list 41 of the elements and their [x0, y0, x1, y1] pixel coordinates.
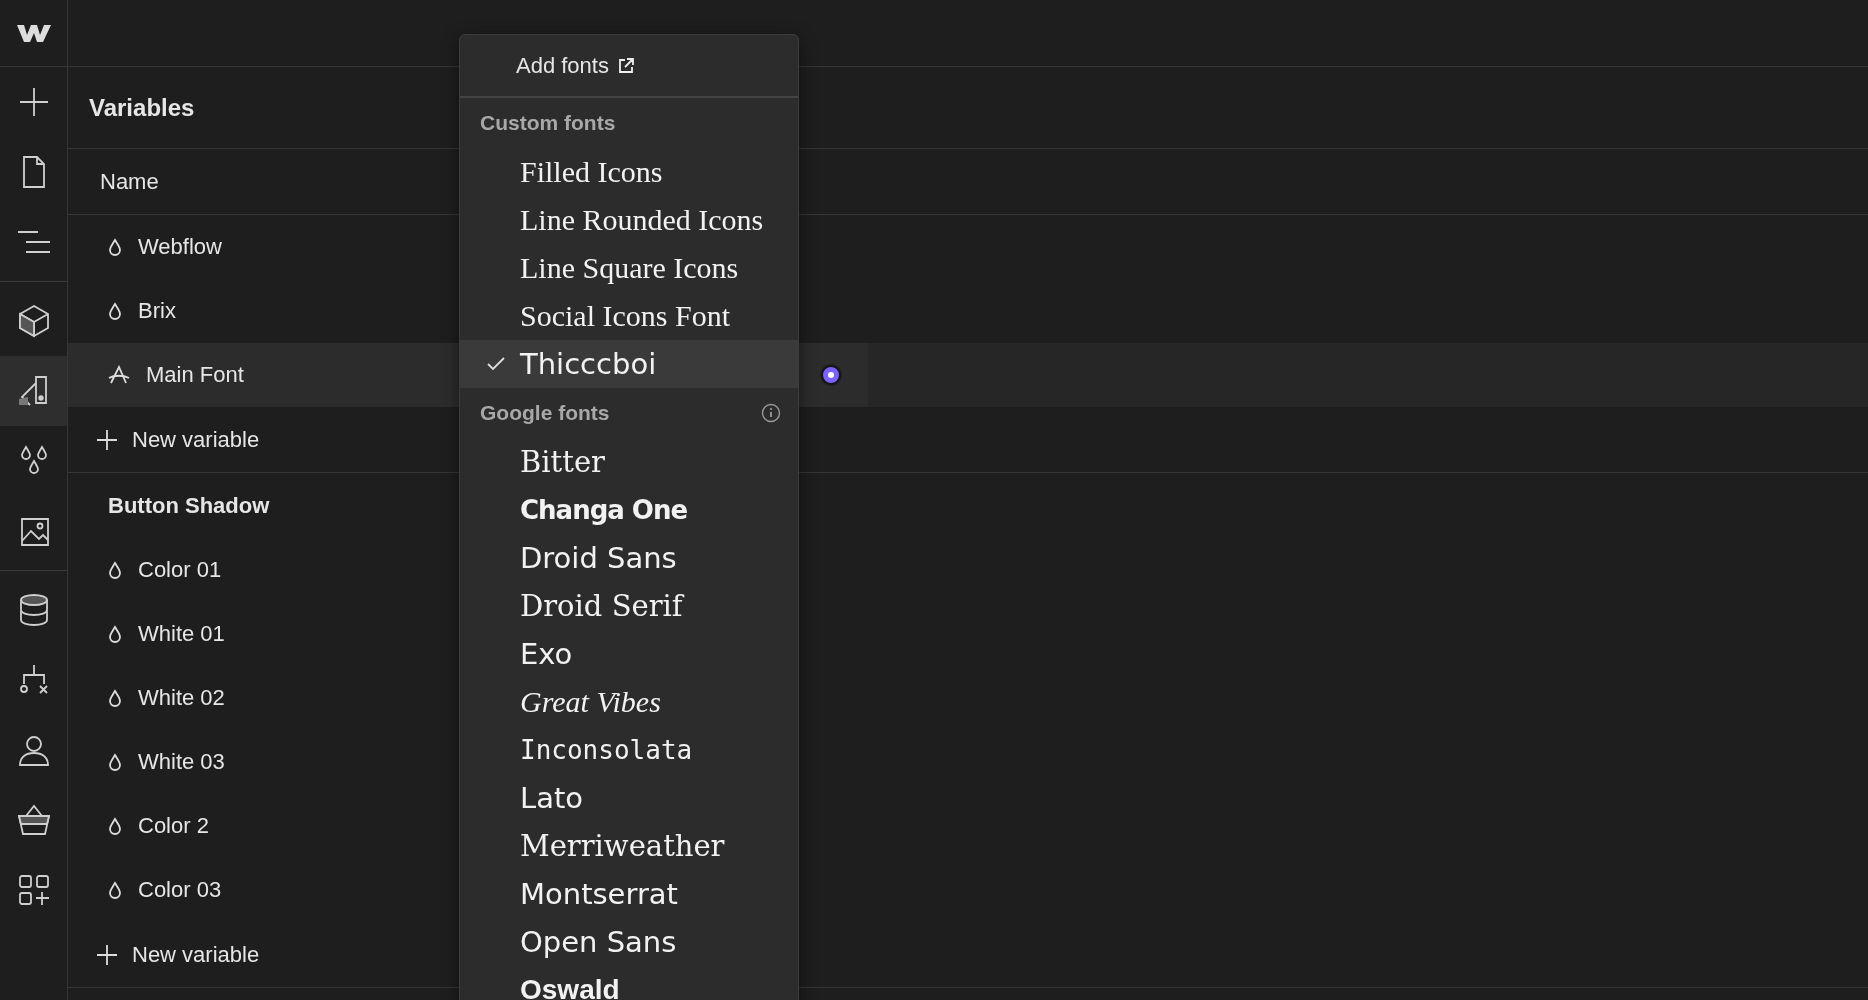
- font-option[interactable]: Droid Sans: [460, 534, 798, 582]
- variable-row[interactable]: Color 2: [68, 794, 388, 858]
- section-heading: Custom fonts: [480, 111, 616, 135]
- drop-icon: [108, 561, 122, 579]
- font-option[interactable]: Inconsolata: [460, 726, 798, 774]
- drop-icon: [108, 625, 122, 643]
- font-option[interactable]: Filled Icons: [460, 148, 798, 196]
- drop-icon: [108, 689, 122, 707]
- style-tool[interactable]: [0, 356, 67, 426]
- variable-row[interactable]: Webflow: [68, 215, 388, 279]
- drop-icon: [108, 753, 122, 771]
- font-option[interactable]: Exo: [460, 630, 798, 678]
- plus-icon: [96, 943, 118, 966]
- font-option[interactable]: Droid Serif: [460, 582, 798, 630]
- variable-row[interactable]: Brix: [68, 279, 388, 343]
- variable-row[interactable]: White 03: [68, 730, 388, 794]
- drop-icon: [108, 238, 122, 256]
- font-icon: [108, 365, 130, 385]
- font-option[interactable]: Merriweather: [460, 822, 798, 870]
- font-option[interactable]: Social Icons Font: [460, 292, 798, 340]
- plus-icon: [96, 428, 118, 451]
- font-option[interactable]: Thicccboi: [460, 340, 798, 388]
- add-fonts-link[interactable]: Add fonts: [460, 35, 798, 98]
- external-link-icon: [616, 56, 635, 75]
- variable-row[interactable]: White 02: [68, 666, 388, 730]
- drop-icon: [108, 817, 122, 835]
- drop-icon: [108, 302, 122, 320]
- drop-icon: [108, 881, 122, 899]
- basket-icon: [15, 802, 52, 838]
- check-icon: [486, 356, 506, 372]
- variable-row[interactable]: White 01: [68, 602, 388, 666]
- variable-row[interactable]: Color 01: [68, 538, 388, 602]
- font-option[interactable]: Lato: [460, 774, 798, 822]
- logo-icon[interactable]: [14, 22, 53, 44]
- font-option[interactable]: Great Vibes: [460, 678, 798, 726]
- group-title: Button Shadow: [107, 491, 271, 520]
- info-icon[interactable]: [761, 403, 781, 423]
- font-option[interactable]: Montserrat: [460, 870, 798, 918]
- font-option[interactable]: Line Square Icons: [460, 244, 798, 292]
- variable-row[interactable]: Color 03: [68, 858, 388, 922]
- font-option[interactable]: Changa One: [460, 486, 798, 534]
